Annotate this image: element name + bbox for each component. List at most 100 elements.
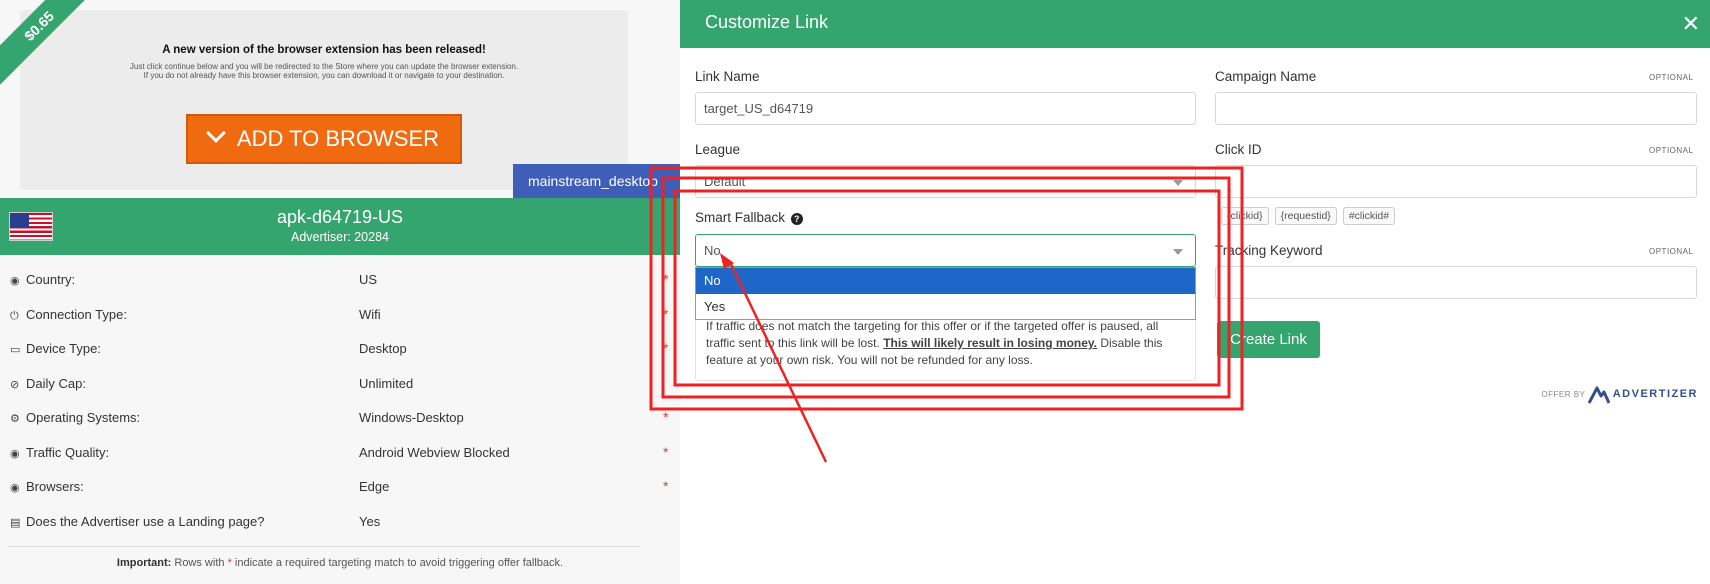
offer-name: apk-d64719-US (276, 207, 404, 227)
targeting-value: Desktop (359, 341, 407, 356)
monitor-icon: ▭ (10, 344, 21, 356)
targeting-row: ▤ Does the Advertiser use a Landing page?… (0, 505, 680, 540)
targeting-value: Edge (359, 479, 390, 494)
required-marker: * (663, 305, 669, 322)
targeting-value: US (359, 272, 378, 287)
smart-fallback-label: Smart Fallback ? (695, 210, 803, 225)
targeting-row: ◉ Country: US * (0, 263, 680, 298)
click-id-label: Click ID (1215, 142, 1262, 157)
targeting-note: Important: Rows with * indicate a requir… (0, 557, 680, 569)
targeting-row: ◉ Browsers: Edge * (0, 470, 680, 505)
targeting-label: ▭ Device Type: (10, 341, 101, 356)
league-label: League (695, 142, 741, 157)
required-marker: * (663, 443, 669, 460)
create-link-button[interactable]: Create Link (1217, 321, 1320, 358)
league-select[interactable]: Default (695, 165, 1196, 198)
targeting-value: Windows-Desktop (359, 410, 464, 425)
required-marker: * (663, 409, 669, 425)
targeting-row: ⊘ Daily Cap: Unlimited (0, 367, 680, 402)
add-to-browser-button[interactable]: ADD TO BROWSER (186, 114, 462, 164)
targeting-label: ⚙ Operating Systems: (10, 410, 140, 425)
advertiser-id: Advertiser: 20284 (291, 230, 389, 244)
preview-text: Just click continue below and you will b… (20, 62, 628, 80)
click-id-macros: {clickid} {requestid} #clickid# (1221, 206, 1401, 225)
targeting-label-text: Traffic Quality: (26, 444, 110, 460)
globe-icon: ◉ (10, 275, 20, 287)
globe-icon: ◉ (10, 447, 20, 460)
question-circle-icon[interactable]: ? (790, 213, 803, 225)
modal-header: Customize Link ✕ (680, 0, 1710, 48)
note-pre: Rows with (171, 557, 228, 569)
warning-strong: This will likely result in losing money. (883, 336, 1098, 350)
targeting-label-text: Operating Systems: (26, 410, 141, 425)
targeting-value: Yes (359, 513, 381, 529)
modal-title: Customize Link (705, 12, 829, 32)
targeting-label-text: Country: (26, 272, 76, 287)
click-id-optional-badge: OPTIONAL (1649, 146, 1694, 155)
power-icon: ⏻ (10, 309, 19, 322)
link-name-label: Link Name (695, 69, 760, 84)
targeting-label-text: Daily Cap: (26, 375, 86, 391)
smart-fallback-text: Smart Fallback (695, 210, 786, 225)
targeting-row: ▭ Device Type: Desktop * (0, 332, 680, 367)
required-marker: * (663, 340, 669, 356)
targeting-label: ⊘ Daily Cap: (10, 376, 86, 391)
targeting-value: Wifi (359, 306, 381, 322)
targeting-row: ⚙ Operating Systems: Windows-Desktop * (0, 401, 680, 436)
targeting-row: ◉ Traffic Quality: Android Webview Blocked… (0, 436, 680, 471)
macro-chip[interactable]: #clickid# (1342, 207, 1396, 225)
required-marker: * (663, 478, 669, 494)
smart-fallback-select[interactable]: No (695, 234, 1196, 267)
targeting-row: ⏻ Connection Type: Wifi * (0, 298, 680, 333)
campaign-optional-badge: OPTIONAL (1649, 73, 1694, 82)
ban-icon: ⊘ (10, 378, 20, 391)
targeting-label-text: Device Type: (26, 341, 101, 356)
required-marker: * (663, 271, 669, 287)
campaign-name-label: Campaign Name (1215, 69, 1317, 84)
targeting-label: ▤ Does the Advertiser use a Landing page? (10, 514, 265, 529)
tracking-keyword-label: Tracking Keyword (1215, 243, 1323, 258)
note-post: indicate a required targeting match to a… (231, 557, 564, 569)
offer-by-branding: OFFER BY ADVERTIZER (1541, 386, 1698, 404)
smart-fallback-dropdown: No Yes (695, 267, 1196, 320)
targeting-value: Unlimited (359, 375, 414, 391)
preview-headline: A new version of the browser extension h… (162, 44, 486, 56)
macro-chip[interactable]: {requestid} (1274, 207, 1337, 225)
us-flag-icon (9, 212, 53, 241)
link-name-input[interactable]: target_US_d64719 (695, 92, 1196, 125)
globe-icon: ◉ (10, 482, 20, 494)
targeting-label-text: Connection Type: (26, 306, 127, 322)
traffic-tag: mainstream_desktop (513, 164, 680, 198)
divider (8, 546, 640, 547)
targeting-value: Android Webview Blocked (359, 444, 510, 460)
campaign-name-input[interactable] (1215, 92, 1697, 125)
chevron-down-icon (206, 123, 226, 143)
dropdown-option-yes[interactable]: Yes (696, 294, 1195, 320)
customize-link-modal: Customize Link ✕ Link Name target_US_d64… (680, 0, 1710, 584)
targeting-label: ◉ Browsers: (10, 479, 84, 494)
targeting-list: ◉ Country: US * ⏻ Connection Type: Wifi * ▭ Devic… (0, 263, 680, 539)
preview-line-1: Just click continue below and you will b… (129, 62, 519, 71)
offer-panel: A new version of the browser extension h… (0, 0, 680, 584)
targeting-label: ◉ Country: (10, 272, 75, 287)
file-icon: ▤ (10, 516, 21, 529)
targeting-label: ⏻ Connection Type: (10, 307, 127, 323)
offer-by-text: OFFER BY (1541, 390, 1586, 400)
targeting-label: ◉ Traffic Quality: (10, 445, 109, 460)
close-icon[interactable]: ✕ (1682, 11, 1700, 37)
landing-preview: A new version of the browser extension h… (20, 10, 628, 190)
fallback-warning: If traffic does not match the targeting … (695, 316, 1196, 381)
note-bold: Important: (116, 557, 172, 569)
targeting-label-text: Does the Advertiser use a Landing page? (26, 513, 265, 529)
gear-icon: ⚙ (10, 413, 20, 425)
click-id-input[interactable] (1215, 165, 1697, 198)
offer-header: apk-d64719-US Advertiser: 20284 (0, 198, 680, 255)
preview-line-2: If you do not already have this browser … (143, 71, 505, 80)
macro-chip[interactable]: {clickid} (1221, 207, 1269, 225)
dropdown-option-no[interactable]: No (696, 268, 1195, 294)
targeting-label-text: Browsers: (26, 479, 84, 494)
tracking-optional-badge: OPTIONAL (1649, 247, 1694, 256)
advertizer-logo-icon (1587, 386, 1610, 404)
tracking-keyword-input[interactable] (1215, 266, 1697, 299)
add-to-browser-label: ADD TO BROWSER (236, 126, 440, 151)
